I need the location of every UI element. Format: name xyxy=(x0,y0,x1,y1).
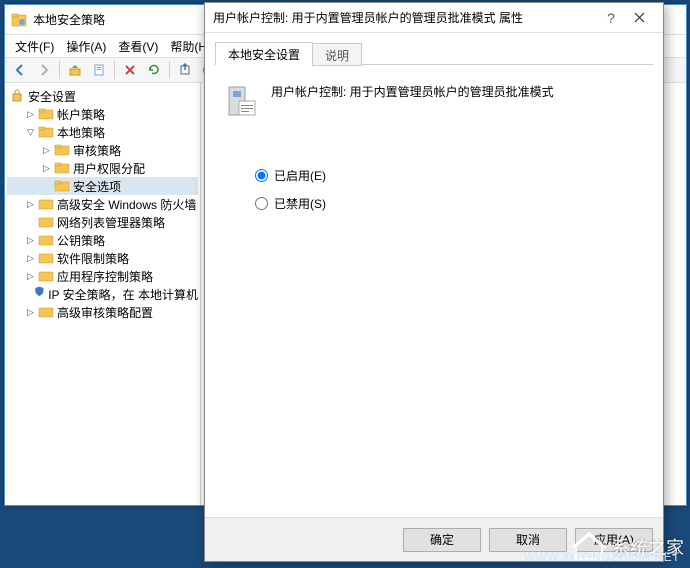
export-button[interactable] xyxy=(174,59,196,81)
toolbar-separator xyxy=(169,61,170,79)
policy-icon xyxy=(223,81,259,121)
tab-row: 本地安全设置 说明 xyxy=(215,41,653,65)
refresh-button[interactable] xyxy=(143,59,165,81)
blank-icon xyxy=(25,289,32,300)
tree-user-rights[interactable]: ▷ 用户权限分配 xyxy=(7,159,198,177)
expand-icon[interactable]: ▷ xyxy=(25,235,36,246)
tree-security-options[interactable]: 安全选项 xyxy=(7,177,198,195)
radio-disabled-label: 已禁用(S) xyxy=(274,195,326,212)
expand-icon[interactable]: ▷ xyxy=(41,163,52,174)
radio-group: 已启用(E) 已禁用(S) xyxy=(255,161,653,217)
expand-icon[interactable]: ▷ xyxy=(25,199,36,210)
tree-panel[interactable]: 安全设置 ▷ 帐户策略 ▽ 本地策略 ▷ 审核策略 ▷ 用户权限分配 xyxy=(5,83,201,505)
delete-button[interactable] xyxy=(119,59,141,81)
folder-icon xyxy=(38,196,54,212)
folder-icon xyxy=(38,106,54,122)
tree-root[interactable]: 安全设置 xyxy=(7,87,198,105)
close-button[interactable] xyxy=(623,6,655,30)
tab-local-security[interactable]: 本地安全设置 xyxy=(215,42,313,65)
cancel-button[interactable]: 取消 xyxy=(489,528,567,552)
up-button[interactable] xyxy=(64,59,86,81)
folder-icon xyxy=(54,178,70,194)
setting-label: 用户帐户控制: 用于内置管理员帐户的管理员批准模式 xyxy=(271,81,554,100)
folder-icon xyxy=(38,214,54,230)
tree-account-policy[interactable]: ▷ 帐户策略 xyxy=(7,105,198,123)
tree-ip-security[interactable]: IP 安全策略，在 本地计算机 xyxy=(7,285,198,303)
tree-network-list[interactable]: 网络列表管理器策略 xyxy=(7,213,198,231)
radio-disabled[interactable]: 已禁用(S) xyxy=(255,189,653,217)
folder-icon xyxy=(38,124,54,140)
radio-disabled-input[interactable] xyxy=(255,197,268,210)
tree-audit-policy[interactable]: ▷ 审核策略 xyxy=(7,141,198,159)
ok-button[interactable]: 确定 xyxy=(403,528,481,552)
setting-row: 用户帐户控制: 用于内置管理员帐户的管理员批准模式 xyxy=(223,81,645,121)
properties-button[interactable] xyxy=(88,59,110,81)
expand-icon[interactable]: ▷ xyxy=(25,253,36,264)
expand-icon[interactable]: ▷ xyxy=(25,307,36,318)
tree-firewall[interactable]: ▷ 高级安全 Windows 防火墙 xyxy=(7,195,198,213)
folder-icon xyxy=(38,232,54,248)
blank-icon xyxy=(25,217,36,228)
app-icon xyxy=(11,12,27,28)
expand-icon[interactable]: ▷ xyxy=(25,109,36,120)
folder-icon xyxy=(38,250,54,266)
back-button[interactable] xyxy=(9,59,31,81)
radio-enabled-input[interactable] xyxy=(255,169,268,182)
expand-icon[interactable]: ▷ xyxy=(41,145,52,156)
properties-dialog: 用户帐户控制: 用于内置管理员帐户的管理员批准模式 属性 ? 本地安全设置 说明… xyxy=(204,2,664,562)
radio-enabled-label: 已启用(E) xyxy=(274,167,326,184)
main-title: 本地安全策略 xyxy=(33,11,105,28)
blank-icon xyxy=(41,181,52,192)
tree-software-restriction[interactable]: ▷ 软件限制策略 xyxy=(7,249,198,267)
toolbar-separator xyxy=(114,61,115,79)
menu-file[interactable]: 文件(F) xyxy=(9,36,60,57)
dialog-title: 用户帐户控制: 用于内置管理员帐户的管理员批准模式 属性 xyxy=(213,9,599,26)
tree-app-control[interactable]: ▷ 应用程序控制策略 xyxy=(7,267,198,285)
radio-enabled[interactable]: 已启用(E) xyxy=(255,161,653,189)
folder-icon xyxy=(54,160,70,176)
toolbar-separator xyxy=(59,61,60,79)
expand-icon[interactable]: ▷ xyxy=(25,271,36,282)
folder-icon xyxy=(38,268,54,284)
folder-icon xyxy=(38,304,54,320)
tree-local-policy[interactable]: ▽ 本地策略 xyxy=(7,123,198,141)
folder-icon xyxy=(54,142,70,158)
security-icon xyxy=(9,88,25,104)
menu-view[interactable]: 查看(V) xyxy=(112,36,164,57)
tree-public-key[interactable]: ▷ 公钥策略 xyxy=(7,231,198,249)
dialog-title-bar: 用户帐户控制: 用于内置管理员帐户的管理员批准模式 属性 ? xyxy=(205,3,663,33)
dialog-body: 本地安全设置 说明 用户帐户控制: 用于内置管理员帐户的管理员批准模式 已启用(… xyxy=(205,33,663,517)
help-button[interactable]: ? xyxy=(599,10,623,26)
watermark-url: WWW.XITONGZHIJIA.NET xyxy=(524,550,680,564)
shield-icon xyxy=(34,286,45,302)
tree-advanced-audit[interactable]: ▷ 高级审核策略配置 xyxy=(7,303,198,321)
forward-button[interactable] xyxy=(33,59,55,81)
tab-explain[interactable]: 说明 xyxy=(312,43,362,66)
collapse-icon[interactable]: ▽ xyxy=(25,127,36,138)
menu-action[interactable]: 操作(A) xyxy=(60,36,112,57)
